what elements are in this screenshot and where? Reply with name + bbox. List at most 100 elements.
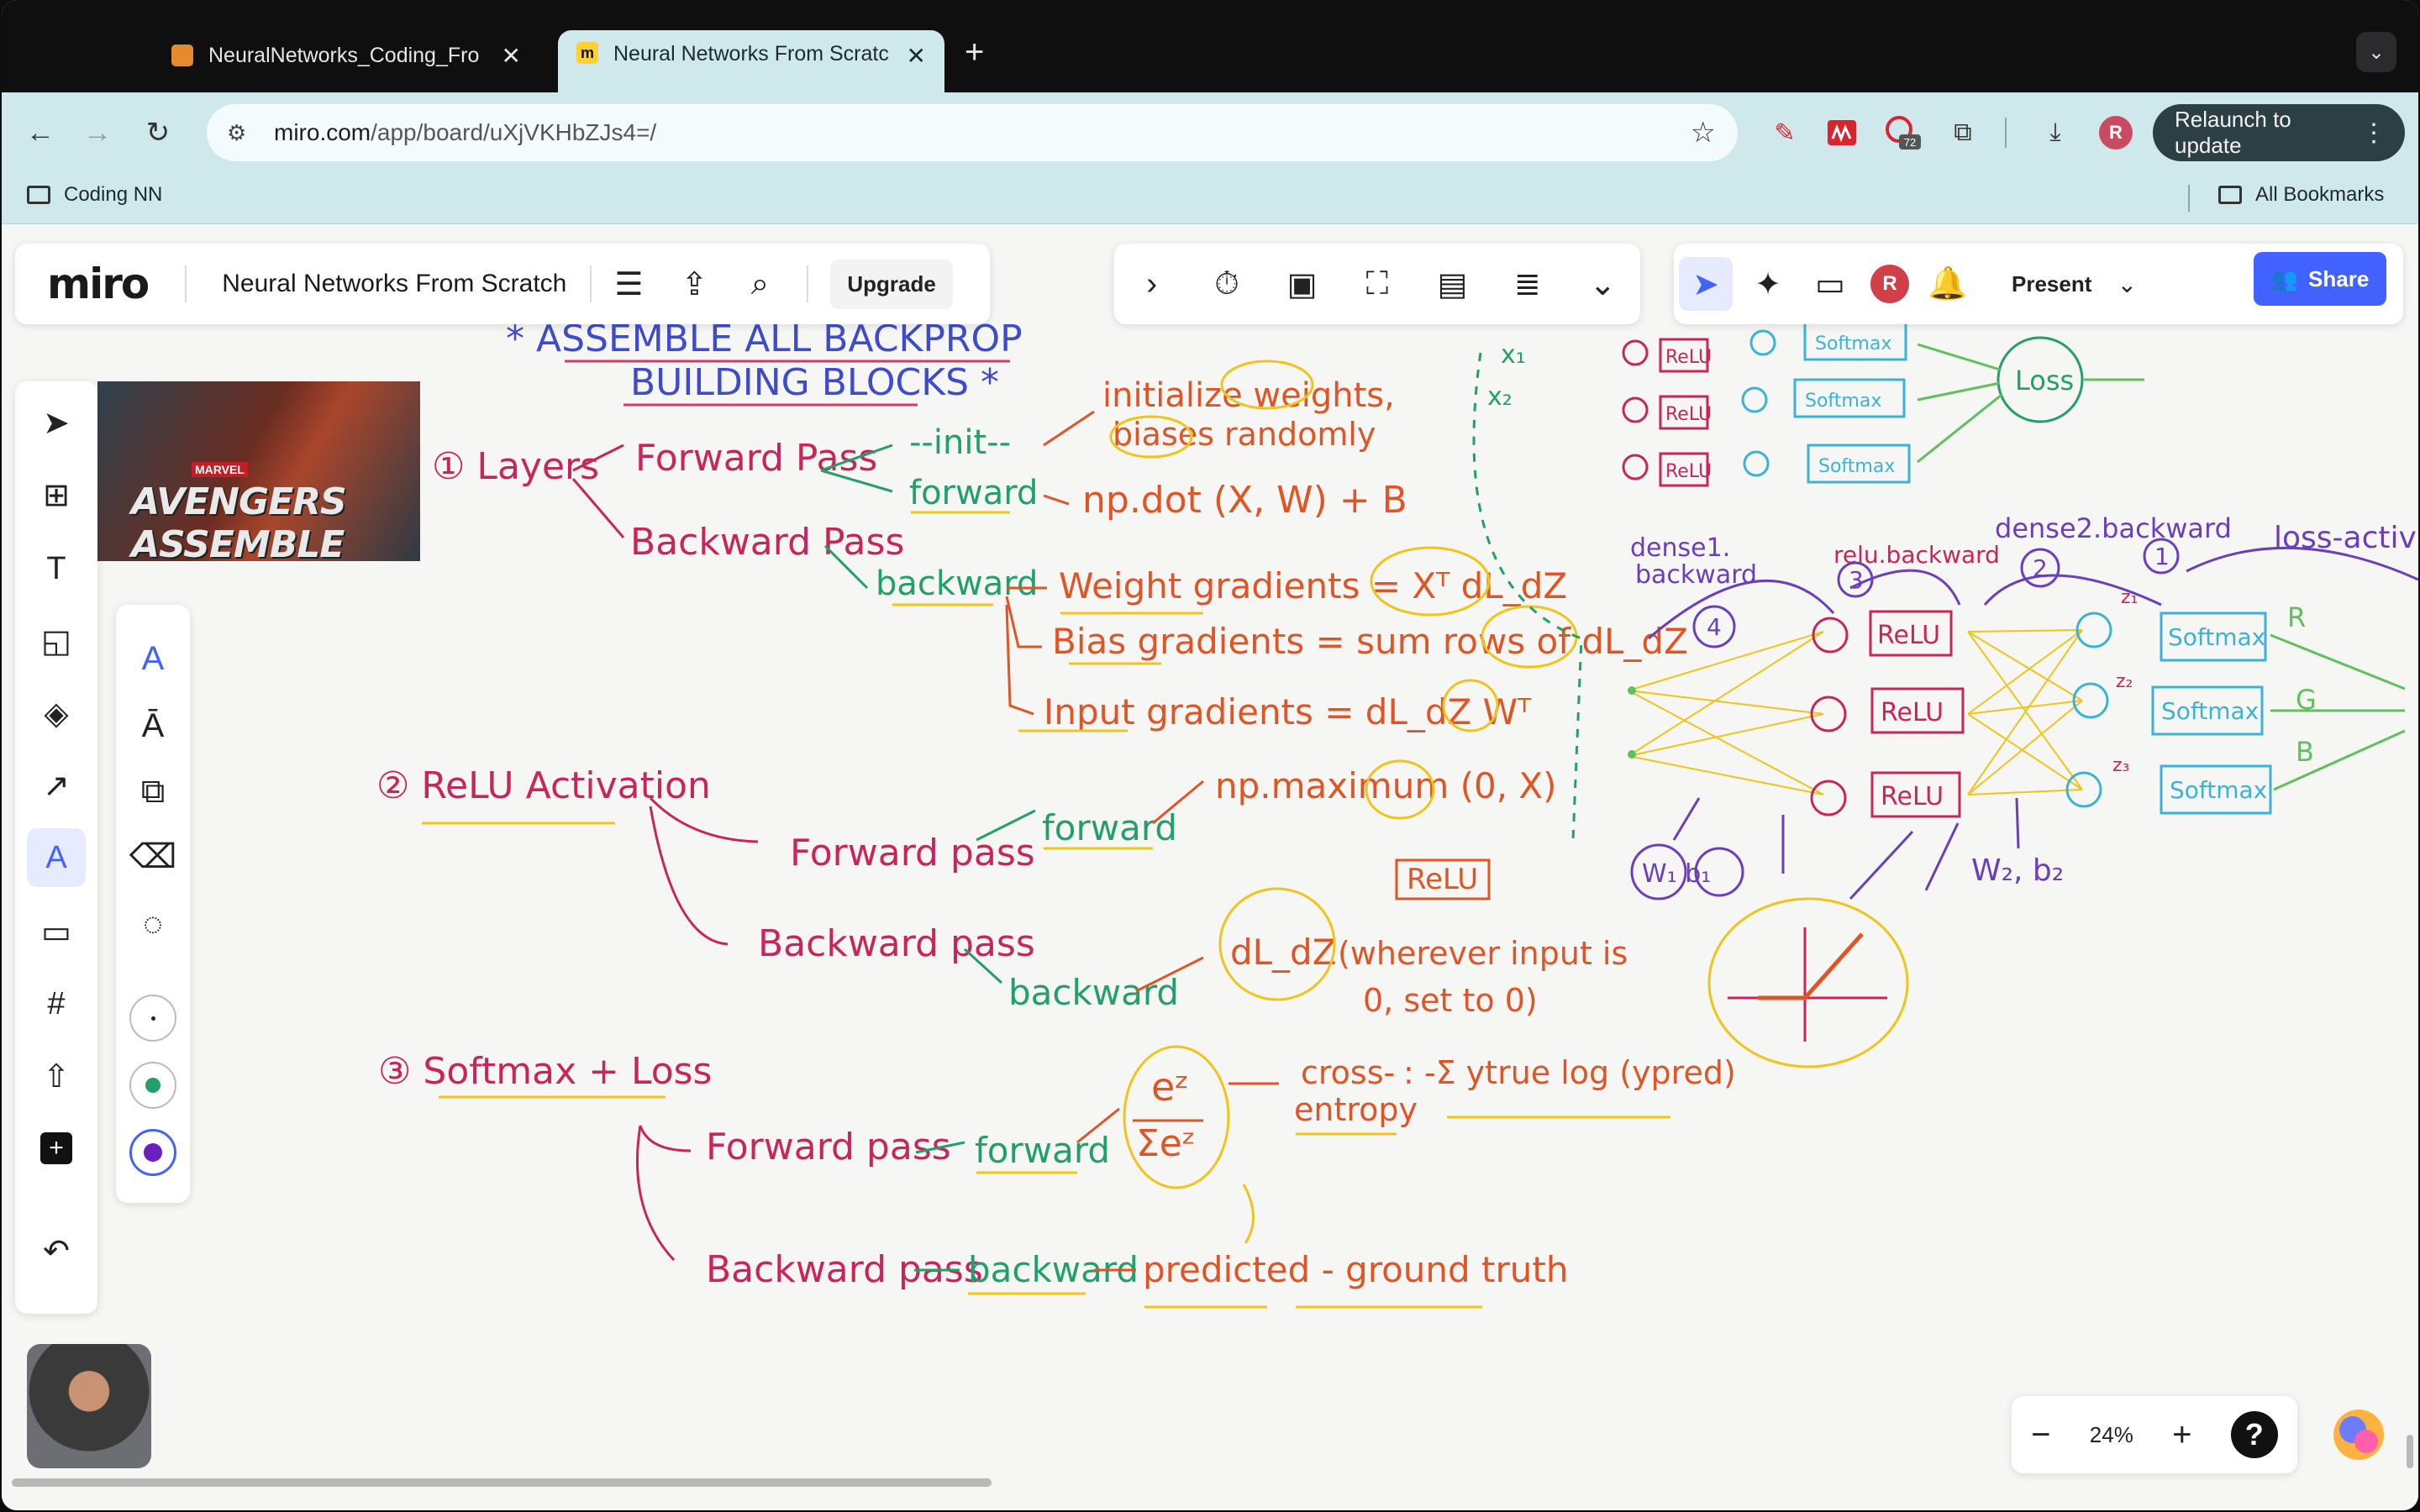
address-bar[interactable]: ⚙ miro.com/app/board/uXjVKHbZJs4=/ ☆ [207,104,1738,161]
templates-icon[interactable]: ⊞ [27,465,86,524]
help-icon[interactable]: ? [2230,1411,2278,1458]
horizontal-scrollbar[interactable] [12,1478,992,1487]
section-layers: ① Layers Forward Pass Backward Pass --in… [432,376,1688,732]
color-purple-option[interactable] [129,1129,176,1176]
close-tab-icon[interactable]: ✕ [907,42,926,70]
cursor-select-icon[interactable]: ➤ [1679,257,1733,311]
text-tool-icon[interactable]: T [27,539,86,598]
lasso-icon[interactable]: ◌ [124,895,182,953]
comments-icon[interactable]: ▭ [1803,257,1857,311]
softmax-bottom: Σeᶻ [1136,1122,1196,1165]
record-extension-icon[interactable]: 72 [1884,114,1921,151]
celebrate-icon[interactable]: ✦ [1741,257,1795,311]
svg-text:ReLU: ReLU [1877,621,1940,650]
shapes-icon[interactable]: ◈ [27,684,86,743]
notifications-icon[interactable]: 🔔 [1921,257,1975,311]
highlighter-icon[interactable]: Ā [124,697,182,754]
expand-chevron-icon[interactable]: › [1125,257,1179,311]
present-button[interactable]: Present [2012,271,2091,297]
pen-extension-icon[interactable]: ✎ [1766,114,1803,151]
svg-text:ReLU: ReLU [1665,347,1712,368]
notes-icon[interactable]: ≣ [1501,257,1555,311]
s2-arrows [649,796,759,946]
bookmark-star-icon[interactable]: ☆ [1691,116,1716,150]
reactions-icon[interactable]: ▣ [1276,257,1329,311]
relaunch-button[interactable]: Relaunch to update ⋮ [2153,104,2405,161]
s1-forward-pass: Forward Pass [635,437,877,480]
attention-icon[interactable]: ⛶ [1350,257,1404,311]
s1-init-note-1: initialize weights, [1102,376,1395,415]
more-apps-icon[interactable]: + [27,1119,86,1178]
board-title[interactable]: Neural Networks From Scratch [222,270,566,298]
s2-relu-box: ReLU [1407,863,1478,896]
comment-tool-icon[interactable]: ▭ [27,902,86,961]
color-green-option[interactable] [129,1062,176,1109]
timer-icon[interactable]: ⏱ [1200,257,1254,311]
zoom-out-icon[interactable]: − [2031,1416,2050,1454]
upload-icon[interactable]: ⇧ [27,1047,86,1105]
browser-window: NeuralNetworks_Coding_Fro ✕ m Neural Net… [2,0,2418,1510]
connection-line-icon[interactable]: ↗ [27,756,86,815]
section-softmax-loss: ③ Softmax + Loss Forward pass forward eᶻ… [378,1050,1736,1291]
assist-glyph [2333,1410,2384,1460]
tab-coding[interactable]: NeuralNetworks_Coding_Fro ✕ [153,30,539,81]
undo-icon[interactable]: ↶ [27,1221,86,1280]
frame-tool-icon[interactable]: # [27,974,86,1033]
svg-text:Softmax: Softmax [1818,456,1895,477]
s1-orange-arrows [1005,410,1095,716]
downloads-icon[interactable]: ⤓ [2037,114,2074,151]
svg-text:Softmax: Softmax [1815,333,1891,354]
svg-text:4: 4 [1707,613,1722,641]
pen-tool-icon[interactable]: A [27,828,86,887]
s1-init-note-2: biases randomly [1113,416,1376,453]
reload-icon[interactable]: ↻ [134,109,182,156]
svg-text:Softmax: Softmax [2161,697,2259,725]
menu-dots-icon[interactable]: ⋮ [2361,118,2386,148]
share-button[interactable]: 👥 Share [2254,252,2386,306]
bookmark-folder-coding[interactable]: Coding NN [27,183,162,207]
export-icon[interactable]: ⇪ [667,257,721,311]
more-chevron-icon[interactable]: ⌄ [1576,257,1629,311]
forward-icon[interactable]: → [74,109,121,156]
s3-arrows [635,1125,692,1262]
svg-text:z₃: z₃ [2112,755,2129,776]
new-tab-icon[interactable]: + [965,34,984,71]
user-avatar[interactable]: R [1870,265,1909,303]
close-tab-icon[interactable]: ✕ [502,42,521,70]
zoom-controls: − 24% + ? [2012,1396,2297,1473]
smart-drawing-icon[interactable]: ⧉ [124,763,182,820]
miro-logo[interactable]: miro [47,260,150,308]
output-arrows [2270,633,2406,791]
zoom-level[interactable]: 24% [2090,1422,2133,1448]
s3-forward: forward [975,1130,1110,1171]
s1-igrad: Input gradients = dL_dZ Wᵀ [1044,691,1532,732]
main-menu-icon[interactable]: ☰ [602,257,655,311]
avengers-thumbnail[interactable]: MARVEL AVENGERS ASSEMBLE [97,381,420,561]
select-tool-icon[interactable]: ➤ [27,393,86,452]
miro-assist-icon[interactable] [2321,1396,2396,1473]
site-info-icon[interactable]: ⚙ [227,120,257,146]
calendar-icon[interactable]: ▤ [1425,257,1479,311]
thin-stroke-option[interactable] [129,995,176,1042]
vertical-scrollbar[interactable] [2407,1435,2413,1468]
extensions-puzzle-icon[interactable]: ⧉ [1944,114,1981,151]
back-icon[interactable]: ← [17,109,64,156]
w2b2-label: W₂, b₂ [1971,853,2064,888]
miro-extension-icon[interactable] [1823,114,1860,151]
pen-icon[interactable]: A [124,630,182,687]
ce-label-1: cross- [1301,1054,1395,1091]
input-node-2 [1628,750,1636,759]
search-icon[interactable]: ⌕ [733,257,786,311]
upgrade-button[interactable]: Upgrade [830,259,953,309]
zoom-in-icon[interactable]: + [2172,1416,2191,1454]
loss-label: Loss [2015,365,2074,396]
eraser-icon[interactable]: ⌫ [124,828,182,885]
s2-backward-note-1: (wherever input is [1338,935,1628,972]
sticky-note-icon[interactable]: ◱ [27,612,86,670]
miro-canvas[interactable]: * ASSEMBLE ALL BACKPROP BUILDING BLOCKS … [2,225,2418,1510]
s2-forward: forward [1042,807,1177,848]
tab-search-icon[interactable]: ⌄ [2356,32,2396,72]
profile-avatar[interactable]: R [2097,114,2134,151]
all-bookmarks[interactable]: All Bookmarks [2218,183,2384,207]
present-dropdown-icon[interactable]: ⌄ [2100,257,2154,311]
